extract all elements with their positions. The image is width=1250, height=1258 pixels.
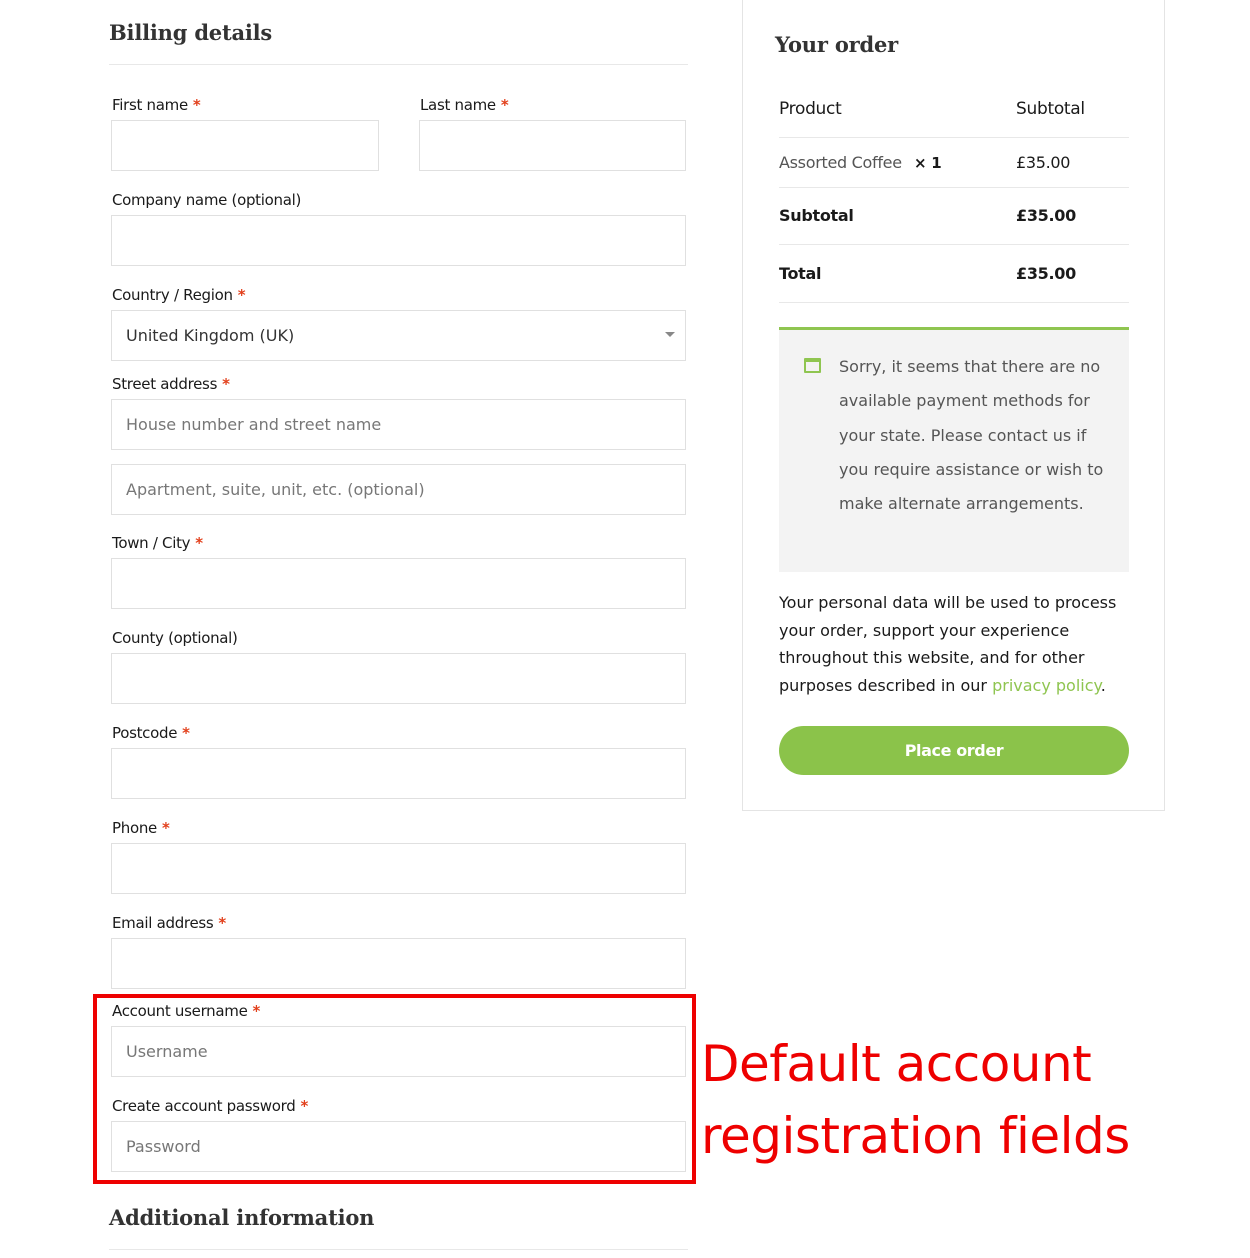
county-label: County (optional) xyxy=(112,629,238,647)
street-label: Street address * xyxy=(112,375,230,393)
annotation-highlight-box xyxy=(93,994,696,1184)
order-divider xyxy=(779,302,1129,303)
order-item-qty: × 1 xyxy=(914,154,942,172)
window-icon xyxy=(804,358,821,373)
postcode-label: Postcode * xyxy=(112,724,190,742)
required-mark: * xyxy=(195,534,203,552)
required-mark: * xyxy=(192,96,201,114)
privacy-text: Your personal data will be used to proce… xyxy=(779,593,1117,696)
additional-divider xyxy=(109,1249,688,1250)
order-total-value: £35.00 xyxy=(1016,264,1076,283)
required-mark: * xyxy=(182,724,190,742)
phone-label: Phone * xyxy=(112,819,170,837)
country-label: Country / Region * xyxy=(112,286,246,304)
last-name-label: Last name * xyxy=(420,96,509,114)
country-select-value: United Kingdom (UK) xyxy=(126,326,295,345)
email-input[interactable] xyxy=(111,938,686,989)
order-col-subtotal: Subtotal xyxy=(1016,99,1085,119)
first-name-input[interactable] xyxy=(111,120,379,171)
required-mark: * xyxy=(218,914,226,932)
company-input[interactable] xyxy=(111,215,686,266)
annotation-text: Default account registration fields xyxy=(701,1035,1130,1165)
order-col-product: Product xyxy=(779,99,842,119)
additional-info-title: Additional information xyxy=(109,1205,375,1230)
required-mark: * xyxy=(237,286,246,304)
required-mark: * xyxy=(161,819,170,837)
order-divider xyxy=(779,137,1129,138)
company-label: Company name (optional) xyxy=(112,191,302,209)
county-input[interactable] xyxy=(111,653,686,704)
billing-divider xyxy=(109,64,688,65)
privacy-policy-link[interactable]: privacy policy xyxy=(992,676,1101,695)
country-select[interactable]: United Kingdom (UK) xyxy=(111,310,686,361)
chevron-down-icon xyxy=(665,332,675,337)
order-divider xyxy=(779,244,1129,245)
email-label: Email address * xyxy=(112,914,226,932)
order-title: Your order xyxy=(775,32,898,57)
place-order-button[interactable]: Place order xyxy=(779,726,1129,775)
order-total-label: Total xyxy=(779,264,822,283)
billing-title: Billing details xyxy=(109,20,273,45)
street-address-input[interactable] xyxy=(111,399,686,450)
last-name-input[interactable] xyxy=(419,120,686,171)
town-input[interactable] xyxy=(111,558,686,609)
required-mark: * xyxy=(500,96,509,114)
town-label: Town / City * xyxy=(112,534,203,552)
order-subtotal-value: £35.00 xyxy=(1016,206,1076,225)
order-subtotal-label: Subtotal xyxy=(779,206,854,225)
payment-notice: Sorry, it seems that there are no availa… xyxy=(779,327,1129,572)
first-name-label: First name * xyxy=(112,96,201,114)
payment-notice-text: Sorry, it seems that there are no availa… xyxy=(839,357,1104,514)
phone-input[interactable] xyxy=(111,843,686,894)
street-address-2-input[interactable] xyxy=(111,464,686,515)
order-item-price: £35.00 xyxy=(1016,153,1071,172)
order-item-name: Assorted Coffee xyxy=(779,153,902,172)
postcode-input[interactable] xyxy=(111,748,686,799)
required-mark: * xyxy=(222,375,230,393)
order-divider xyxy=(779,187,1129,188)
